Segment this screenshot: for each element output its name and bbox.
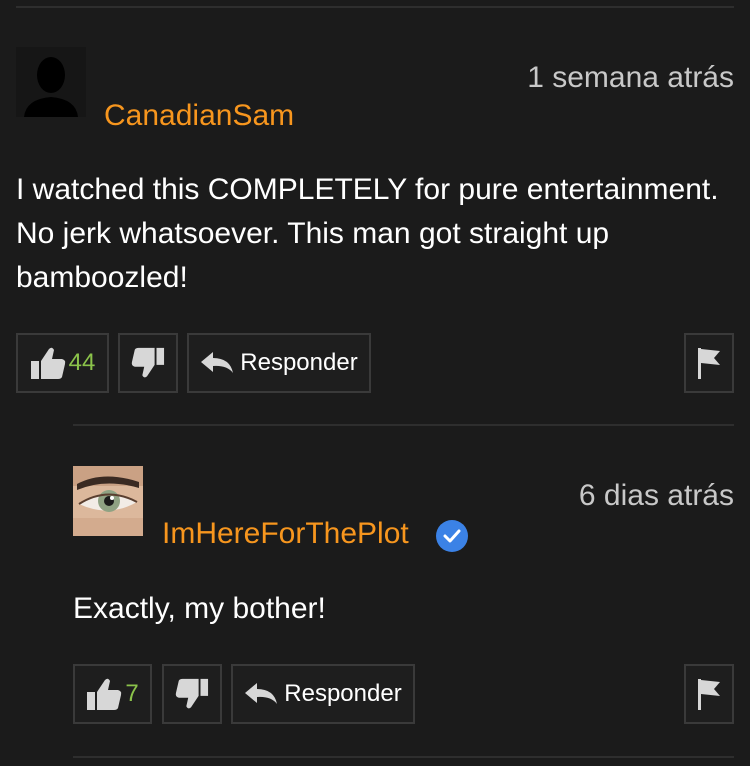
- dislike-button[interactable]: [162, 664, 222, 724]
- thumbs-up-icon: [30, 347, 65, 379]
- reply-label: Responder: [284, 680, 402, 707]
- thumbs-up-icon: [87, 678, 122, 710]
- timestamp: 6 dias atrás: [578, 479, 734, 512]
- flag-icon: [698, 679, 720, 710]
- reply-label: Responder: [240, 349, 358, 376]
- comment-text: I watched this COMPLETELY for pure enter…: [16, 173, 719, 294]
- verified-badge-icon: [436, 520, 468, 552]
- comment-text: Exactly, my bother!: [73, 592, 326, 625]
- report-button[interactable]: [684, 333, 734, 393]
- dislike-button[interactable]: [118, 333, 178, 393]
- like-button[interactable]: 44: [16, 333, 109, 393]
- like-button[interactable]: 7: [73, 664, 152, 724]
- thumbs-down-icon: [175, 678, 209, 709]
- reply-button[interactable]: Responder: [231, 664, 415, 724]
- flag-icon: [698, 348, 720, 379]
- top-divider: [16, 6, 734, 8]
- report-button[interactable]: [684, 664, 734, 724]
- like-count: 7: [125, 680, 139, 707]
- reply-arrow-icon: [245, 683, 278, 704]
- bottom-divider: [73, 756, 734, 758]
- like-count: 44: [68, 349, 96, 376]
- avatar[interactable]: [16, 47, 86, 117]
- reply-arrow-icon: [201, 352, 234, 373]
- thumbs-down-icon: [131, 347, 165, 378]
- timestamp: 1 semana atrás: [527, 61, 734, 94]
- username[interactable]: ImHereForThePlot: [162, 517, 409, 551]
- avatar[interactable]: [73, 466, 143, 536]
- default-user-silhouette-icon: [16, 47, 86, 117]
- reply-button[interactable]: Responder: [187, 333, 371, 393]
- reply-divider: [73, 424, 734, 426]
- username[interactable]: CanadianSam: [104, 99, 294, 133]
- eye-photo-icon: [73, 466, 143, 536]
